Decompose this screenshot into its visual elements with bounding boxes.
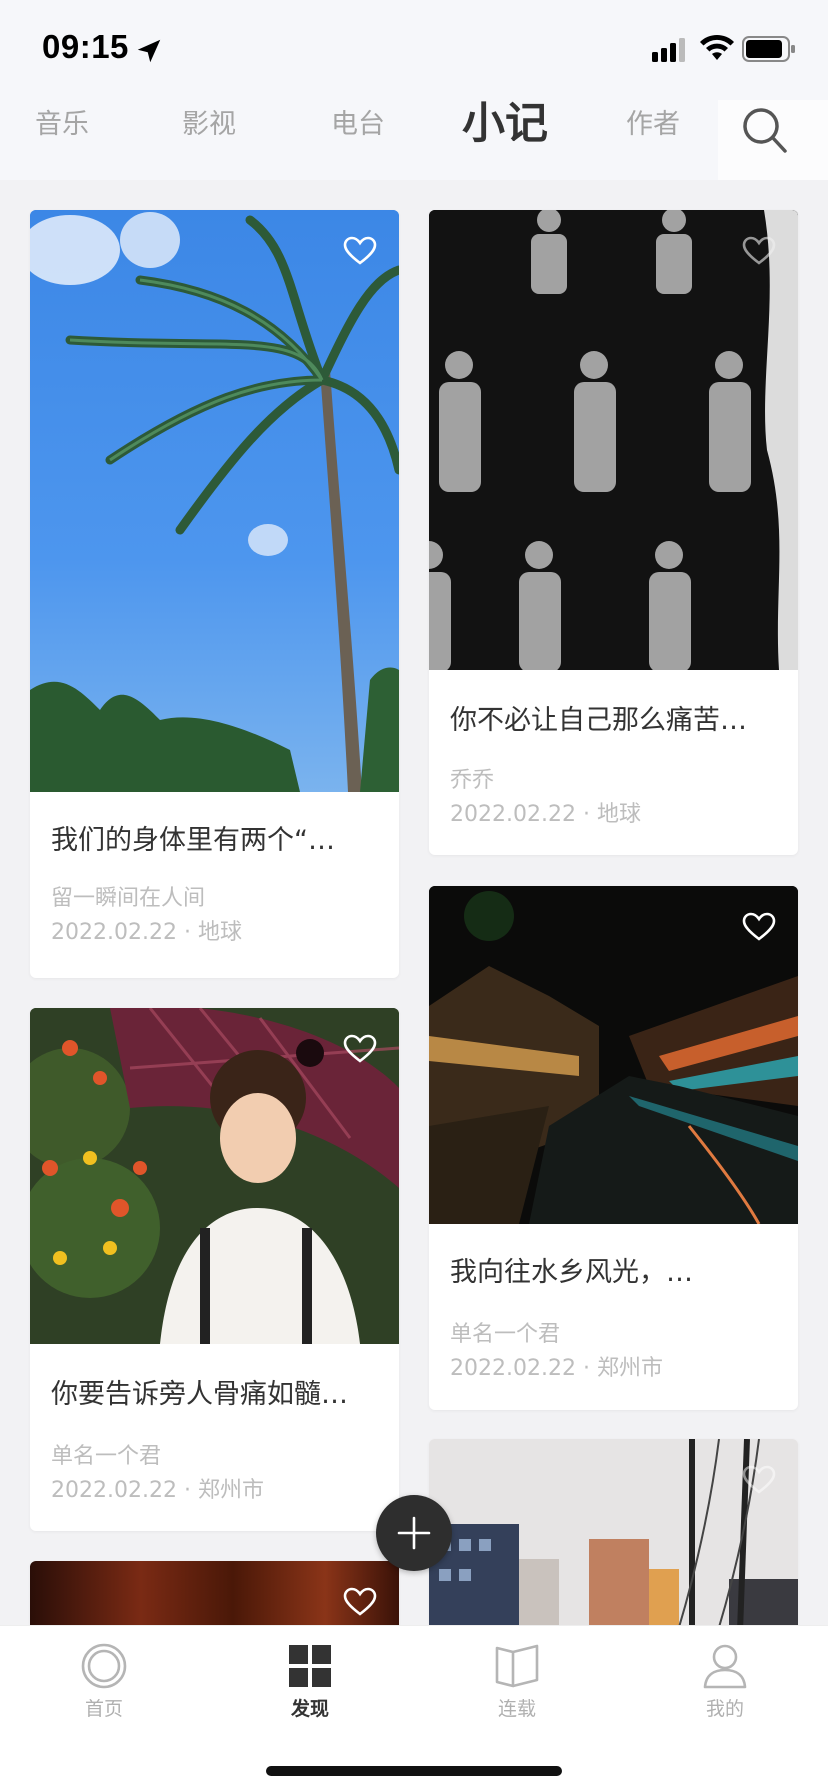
home-circle-icon (81, 1643, 127, 1689)
favorite-heart-icon[interactable] (742, 912, 776, 942)
feed-card[interactable]: 我向往水乡风光，… 单名一个君 2022.02.22 · 郑州市 (429, 886, 798, 1410)
book-icon (495, 1644, 539, 1688)
card-title: 你不必让自己那么痛苦… (450, 705, 747, 736)
tab-authors[interactable]: 作者 (626, 100, 680, 180)
bottom-tab-label: 发现 (290, 1698, 329, 1720)
tab-film[interactable]: 影视 (182, 100, 236, 180)
card-meta: 2022.02.22 · 地球 (51, 920, 242, 945)
card-author[interactable]: 乔乔 (450, 762, 494, 794)
cellular-signal-icon (652, 38, 685, 62)
feed-card[interactable]: 你要告诉旁人骨痛如髓… 单名一个君 2022.02.22 · 郑州市 (30, 1008, 399, 1531)
feed-card[interactable]: 你不必让自己那么痛苦… 乔乔 2022.02.22 · 地球 (429, 210, 798, 855)
wifi-icon (700, 34, 734, 60)
card-title: 我们的身体里有两个“… (51, 825, 335, 856)
tab-music[interactable]: 音乐 (35, 100, 89, 180)
bottom-tab-label: 我的 (705, 1698, 744, 1720)
favorite-heart-icon[interactable] (343, 236, 377, 266)
favorite-heart-icon[interactable] (343, 1034, 377, 1064)
card-meta: 2022.02.22 · 郑州市 (51, 1478, 264, 1503)
palm-tree-photo (30, 210, 399, 792)
bottom-tab-label: 首页 (84, 1698, 123, 1720)
favorite-heart-icon[interactable] (742, 1465, 776, 1495)
tab-notes[interactable]: 小记 (462, 102, 548, 182)
top-tab-bar: 音乐 影视 电台 小记 作者 (0, 100, 828, 180)
bottom-tab-home[interactable]: 首页 (59, 1642, 149, 1742)
tab-radio[interactable]: 电台 (331, 100, 385, 180)
card-title: 我向往水乡风光，… (450, 1257, 693, 1288)
card-author[interactable]: 留一瞬间在人间 (51, 880, 205, 912)
search-button[interactable] (718, 100, 828, 180)
card-meta: 2022.02.22 · 地球 (450, 802, 641, 827)
grid-icon (289, 1645, 331, 1687)
feed-card[interactable]: 我们的身体里有两个“… 留一瞬间在人间 2022.02.22 · 地球 (30, 210, 399, 978)
battery-icon (742, 36, 795, 62)
card-title: 你要告诉旁人骨痛如髓… (51, 1379, 348, 1410)
status-bar: 09:15 (0, 0, 828, 100)
repeated-man-photo (429, 210, 798, 670)
search-icon (743, 108, 787, 153)
card-author[interactable]: 单名一个君 (51, 1438, 161, 1470)
home-indicator (266, 1766, 562, 1776)
user-icon (703, 1644, 747, 1689)
add-note-button[interactable] (376, 1495, 452, 1571)
bottom-tab-label: 连载 (497, 1698, 536, 1720)
favorite-heart-icon[interactable] (742, 236, 776, 266)
card-meta: 2022.02.22 · 郑州市 (450, 1356, 663, 1381)
card-author[interactable]: 单名一个君 (450, 1316, 560, 1348)
bottom-tab-discover[interactable]: 发现 (265, 1642, 355, 1742)
location-arrow-icon (137, 39, 161, 63)
bottom-tab-profile[interactable]: 我的 (680, 1642, 770, 1742)
bottom-tab-serial[interactable]: 连载 (472, 1642, 562, 1742)
favorite-heart-icon[interactable] (343, 1587, 377, 1617)
plus-icon (397, 1516, 431, 1550)
status-time: 09:15 (42, 28, 129, 65)
